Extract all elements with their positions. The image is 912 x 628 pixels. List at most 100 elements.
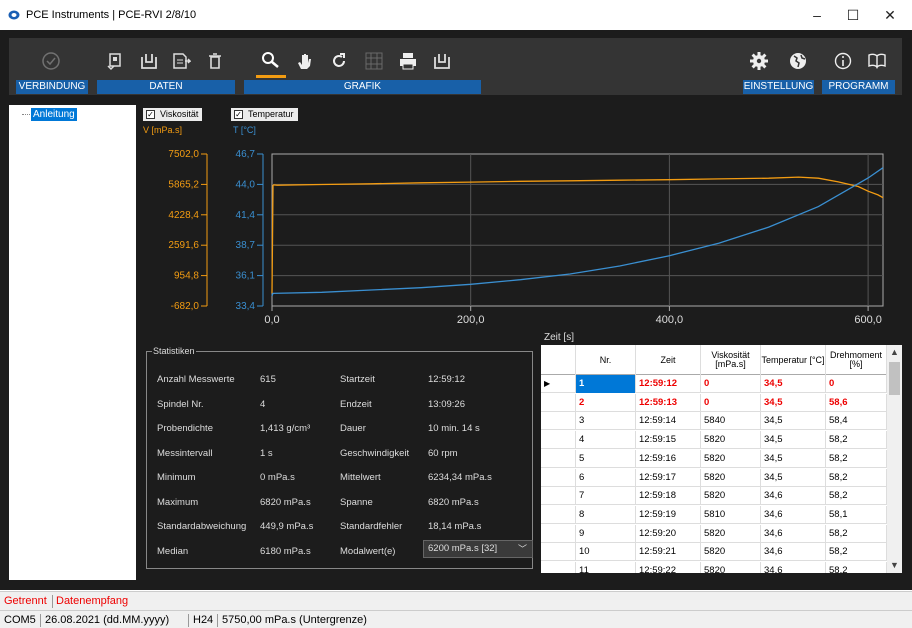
table-cell[interactable]: 12:59:14: [636, 412, 701, 431]
table-row[interactable]: 9 12:59:20 5820 34,6 58,2: [541, 524, 887, 543]
grid-icon[interactable]: [359, 44, 389, 78]
table-cell[interactable]: 58,2: [826, 449, 887, 468]
zoom-icon[interactable]: [256, 44, 286, 78]
tree-item-anleitung[interactable]: Anleitung: [31, 108, 77, 121]
table-cell[interactable]: 34,6: [761, 562, 826, 573]
table-cell[interactable]: 34,6: [761, 487, 826, 506]
manual-book-icon[interactable]: [862, 44, 892, 78]
column-header[interactable]: Nr.: [576, 345, 636, 375]
table-cell[interactable]: 2: [576, 393, 636, 412]
table-row[interactable]: 4 12:59:15 5820 34,5 58,2: [541, 431, 887, 450]
scroll-up-icon[interactable]: ▲: [887, 345, 902, 360]
viscosity-temperature-chart[interactable]: V [mPa.s] T [°C] Zeit [s] 7502,0 46,7 5865,2…: [141, 122, 899, 342]
language-globe-icon[interactable]: [783, 44, 813, 78]
table-cell[interactable]: 4: [576, 431, 636, 450]
table-cell[interactable]: 12:59:12: [636, 375, 701, 393]
table-cell[interactable]: 58,4: [826, 412, 887, 431]
row-header[interactable]: [541, 562, 576, 573]
reset-icon[interactable]: [324, 44, 354, 78]
table-cell[interactable]: 0: [826, 375, 887, 393]
delete-icon[interactable]: [200, 44, 230, 78]
table-row[interactable]: 8 12:59:19 5810 34,6 58,1: [541, 505, 887, 524]
table-cell[interactable]: 12:59:15: [636, 431, 701, 450]
table-cell[interactable]: 5820: [701, 487, 761, 506]
table-cell[interactable]: 11: [576, 562, 636, 573]
table-cell[interactable]: 5810: [701, 505, 761, 524]
table-cell[interactable]: 5840: [701, 412, 761, 431]
table-cell[interactable]: 8: [576, 505, 636, 524]
row-header[interactable]: [541, 487, 576, 506]
table-cell[interactable]: 5820: [701, 524, 761, 543]
column-header[interactable]: Drehmoment [%]: [826, 345, 887, 375]
table-cell[interactable]: 34,6: [761, 543, 826, 562]
table-row[interactable]: ▶ 1 12:59:12 0 34,5 0: [541, 375, 887, 393]
table-row[interactable]: 11 12:59:22 5820 34,6 58,2: [541, 562, 887, 573]
table-cell[interactable]: 58,2: [826, 562, 887, 573]
table-cell[interactable]: 5820: [701, 543, 761, 562]
table-cell[interactable]: 34,6: [761, 505, 826, 524]
row-header[interactable]: [541, 431, 576, 450]
table-cell[interactable]: 5820: [701, 449, 761, 468]
table-cell[interactable]: 12:59:19: [636, 505, 701, 524]
table-cell[interactable]: 58,2: [826, 543, 887, 562]
table-row[interactable]: 2 12:59:13 0 34,5 58,6: [541, 393, 887, 412]
save-chart-icon[interactable]: [427, 44, 457, 78]
column-header[interactable]: Temperatur [°C]: [761, 345, 826, 375]
table-cell[interactable]: 12:59:13: [636, 393, 701, 412]
table-cell[interactable]: 9: [576, 524, 636, 543]
table-cell[interactable]: 12:59:17: [636, 468, 701, 487]
connect-icon[interactable]: [36, 44, 66, 78]
table-scrollbar[interactable]: ▲ ▼: [887, 345, 902, 573]
table-cell[interactable]: 1: [576, 375, 636, 393]
row-header[interactable]: [541, 393, 576, 412]
table-cell[interactable]: 5820: [701, 562, 761, 573]
column-header[interactable]: Zeit: [636, 345, 701, 375]
close-button[interactable]: ✕: [868, 2, 912, 28]
table-cell[interactable]: 10: [576, 543, 636, 562]
table-cell[interactable]: 5820: [701, 431, 761, 450]
table-cell[interactable]: 34,5: [761, 375, 826, 393]
table-cell[interactable]: 5: [576, 449, 636, 468]
row-header[interactable]: [541, 524, 576, 543]
table-cell[interactable]: 58,2: [826, 487, 887, 506]
table-cell[interactable]: 58,2: [826, 431, 887, 450]
table-cell[interactable]: 5820: [701, 468, 761, 487]
row-header[interactable]: [541, 543, 576, 562]
table-cell[interactable]: 34,5: [761, 468, 826, 487]
table-cell[interactable]: 34,6: [761, 524, 826, 543]
scroll-thumb[interactable]: [889, 362, 900, 395]
viscosity-toggle[interactable]: ✓ Viskosität: [143, 108, 203, 121]
scroll-down-icon[interactable]: ▼: [887, 558, 902, 573]
table-cell[interactable]: 0: [701, 375, 761, 393]
table-cell[interactable]: 7: [576, 487, 636, 506]
current-row-marker-icon[interactable]: ▶: [541, 375, 576, 393]
table-cell[interactable]: 12:59:18: [636, 487, 701, 506]
column-header[interactable]: Viskosität [mPa.s]: [701, 345, 761, 375]
import-icon[interactable]: [100, 44, 130, 78]
table-cell[interactable]: 34,5: [761, 412, 826, 431]
table-cell[interactable]: 0: [701, 393, 761, 412]
table-cell[interactable]: 12:59:16: [636, 449, 701, 468]
temperature-toggle[interactable]: ✓ Temperatur: [231, 108, 298, 121]
table-cell[interactable]: 34,5: [761, 393, 826, 412]
table-cell[interactable]: 12:59:22: [636, 562, 701, 573]
table-row[interactable]: 6 12:59:17 5820 34,5 58,2: [541, 468, 887, 487]
print-icon[interactable]: [393, 44, 423, 78]
row-header[interactable]: [541, 505, 576, 524]
export-icon[interactable]: [166, 44, 196, 78]
table-row[interactable]: 10 12:59:21 5820 34,6 58,2: [541, 543, 887, 562]
table-cell[interactable]: 6: [576, 468, 636, 487]
table-cell[interactable]: 58,2: [826, 468, 887, 487]
table-cell[interactable]: 12:59:20: [636, 524, 701, 543]
table-cell[interactable]: 58,2: [826, 524, 887, 543]
row-header[interactable]: [541, 412, 576, 431]
pan-hand-icon[interactable]: [290, 44, 320, 78]
table-cell[interactable]: 34,5: [761, 431, 826, 450]
row-header[interactable]: [541, 449, 576, 468]
table-row[interactable]: 3 12:59:14 5840 34,5 58,4: [541, 412, 887, 431]
settings-gear-icon[interactable]: [744, 44, 774, 78]
table-row[interactable]: 5 12:59:16 5820 34,5 58,2: [541, 449, 887, 468]
save-icon[interactable]: [134, 44, 164, 78]
table-cell[interactable]: 34,5: [761, 449, 826, 468]
table-cell[interactable]: 58,1: [826, 505, 887, 524]
